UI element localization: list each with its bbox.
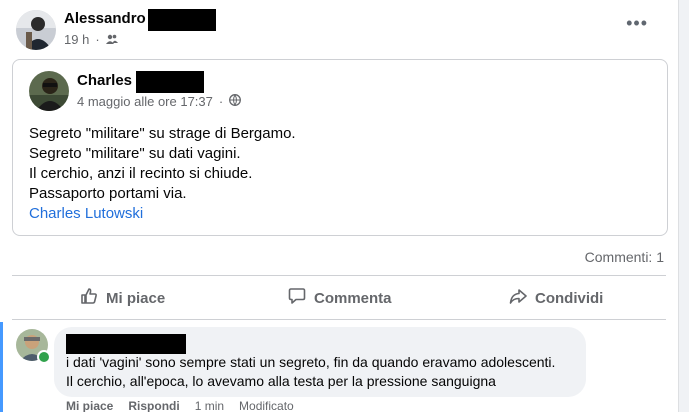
- more-options-button[interactable]: •••: [626, 14, 648, 32]
- share-button[interactable]: Condividi: [509, 284, 603, 312]
- comment-text-line: i dati 'vagini' sono sempre stati un seg…: [66, 354, 556, 370]
- redacted-surname: [148, 9, 216, 31]
- redacted-commenter-name: [66, 334, 186, 354]
- comment-reply-button[interactable]: Rispondi: [128, 399, 179, 412]
- shared-post[interactable]: Charles 4 maggio alle ore 17:37 · Segret…: [12, 59, 668, 236]
- divider: [12, 319, 666, 320]
- comment-text-line: Il cerchio, all'epoca, lo avevamo alla t…: [66, 373, 496, 389]
- comment-label: Commenta: [314, 289, 392, 307]
- shared-author-name[interactable]: Charles: [77, 72, 132, 89]
- divider: [12, 275, 666, 276]
- post-card: Alessandro 19 h · ••• Charles 4 maggio a…: [0, 0, 679, 412]
- online-status-indicator: [37, 350, 51, 364]
- thumbs-up-icon: [80, 287, 98, 309]
- comment-actions: Mi piace Rispondi 1 min Modificato: [66, 399, 294, 412]
- shared-time[interactable]: 4 maggio alle ore 17:37: [77, 94, 213, 109]
- share-label: Condividi: [535, 289, 604, 307]
- comment-button[interactable]: Commenta: [288, 284, 392, 312]
- profile-link[interactable]: Charles Lutowski: [29, 205, 143, 222]
- comment-icon: [288, 287, 306, 309]
- redacted-surname: [136, 71, 204, 93]
- post-text-line: Passaporto portami via.: [29, 185, 187, 202]
- new-comment-indicator: [0, 322, 3, 412]
- globe-icon[interactable]: [229, 94, 242, 109]
- post-time[interactable]: 19 h: [64, 32, 89, 47]
- like-label: Mi piace: [106, 289, 166, 307]
- post-text-line: Segreto "militare" su dati vagini.: [29, 145, 241, 162]
- comments-count[interactable]: Commenti: 1: [585, 249, 664, 265]
- comment-like-button[interactable]: Mi piace: [66, 399, 113, 412]
- comment-bubble: i dati 'vagini' sono sempre stati un seg…: [54, 327, 586, 397]
- post-text-line: Il cerchio, anzi il recinto si chiude.: [29, 165, 253, 182]
- friends-icon[interactable]: [105, 32, 118, 47]
- author-avatar[interactable]: [16, 10, 56, 50]
- shared-author-avatar[interactable]: [29, 71, 69, 111]
- author-name[interactable]: Alessandro: [64, 10, 146, 27]
- comment-time[interactable]: 1 min: [195, 399, 224, 412]
- dot-separator: ·: [218, 94, 224, 109]
- share-icon: [509, 287, 527, 309]
- dot-separator: ·: [95, 32, 100, 47]
- post-text-line: Segreto "militare" su strage di Bergamo.: [29, 125, 296, 142]
- shared-meta: 4 maggio alle ore 17:37 ·: [77, 94, 242, 109]
- like-button[interactable]: Mi piace: [80, 284, 165, 312]
- post-meta: 19 h ·: [64, 32, 118, 47]
- comment-edited-label[interactable]: Modificato: [239, 399, 294, 412]
